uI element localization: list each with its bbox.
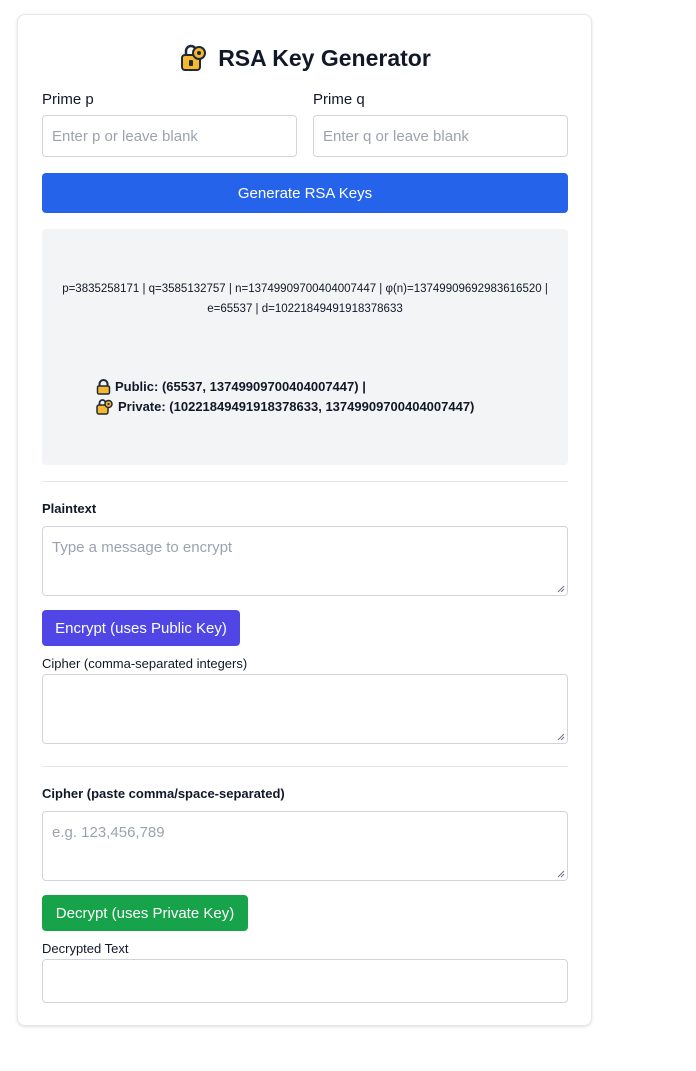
decrypted-text-output[interactable] xyxy=(42,959,568,1003)
plaintext-input[interactable]: Type a message to encrypt xyxy=(42,526,568,596)
lock-key-icon xyxy=(181,44,207,71)
key-output-panel: p=3835258171 | q=3585132757 | n=13749909… xyxy=(42,229,568,465)
prime-q-input[interactable]: Enter q or leave blank xyxy=(313,115,568,157)
cipher-output[interactable] xyxy=(42,674,568,744)
prime-p-label: Prime p xyxy=(42,91,94,108)
lock-key-icon xyxy=(96,399,113,415)
plaintext-label: Plaintext xyxy=(42,501,97,516)
prime-p-placeholder: Enter p or leave blank xyxy=(52,127,198,145)
prime-q-placeholder: Enter q or leave blank xyxy=(323,127,469,145)
key-parameters: p=3835258171 | q=3585132757 | n=13749909… xyxy=(62,283,548,315)
generate-keys-button[interactable]: Generate RSA Keys xyxy=(42,173,568,213)
rsa-card: RSA Key Generator Prime p Enter p or lea… xyxy=(17,14,592,1026)
resize-grip-icon[interactable] xyxy=(557,733,565,741)
prime-q-label: Prime q xyxy=(313,91,365,108)
lock-icon xyxy=(96,379,111,395)
decrypted-text-label: Decrypted Text xyxy=(42,941,129,956)
encrypt-button[interactable]: Encrypt (uses Public Key) xyxy=(42,610,240,646)
prime-p-input[interactable]: Enter p or leave blank xyxy=(42,115,297,157)
private-key-line: Private: (10221849491918378633, 13749909… xyxy=(96,397,474,417)
key-pair: Public: (65537, 13749909700404007447) | … xyxy=(96,377,474,417)
private-key-text: Private: (10221849491918378633, 13749909… xyxy=(118,399,475,414)
public-key-line: Public: (65537, 13749909700404007447) | xyxy=(96,377,474,397)
cipher-input-placeholder: e.g. 123,456,789 xyxy=(52,824,165,841)
resize-grip-icon[interactable] xyxy=(557,585,565,593)
section-divider xyxy=(42,481,568,482)
resize-grip-icon[interactable] xyxy=(557,870,565,878)
section-divider xyxy=(42,766,568,767)
cipher-input-label: Cipher (paste comma/space-separated) xyxy=(42,786,285,801)
cipher-output-label: Cipher (comma-separated integers) xyxy=(42,656,248,671)
plaintext-placeholder: Type a message to encrypt xyxy=(52,539,233,556)
page-title: RSA Key Generator xyxy=(218,44,431,71)
cipher-input[interactable]: e.g. 123,456,789 xyxy=(42,811,568,881)
title-row: RSA Key Generator xyxy=(18,42,593,74)
public-key-text: Public: (65537, 13749909700404007447) | xyxy=(115,379,366,394)
decrypt-button[interactable]: Decrypt (uses Private Key) xyxy=(42,895,248,931)
